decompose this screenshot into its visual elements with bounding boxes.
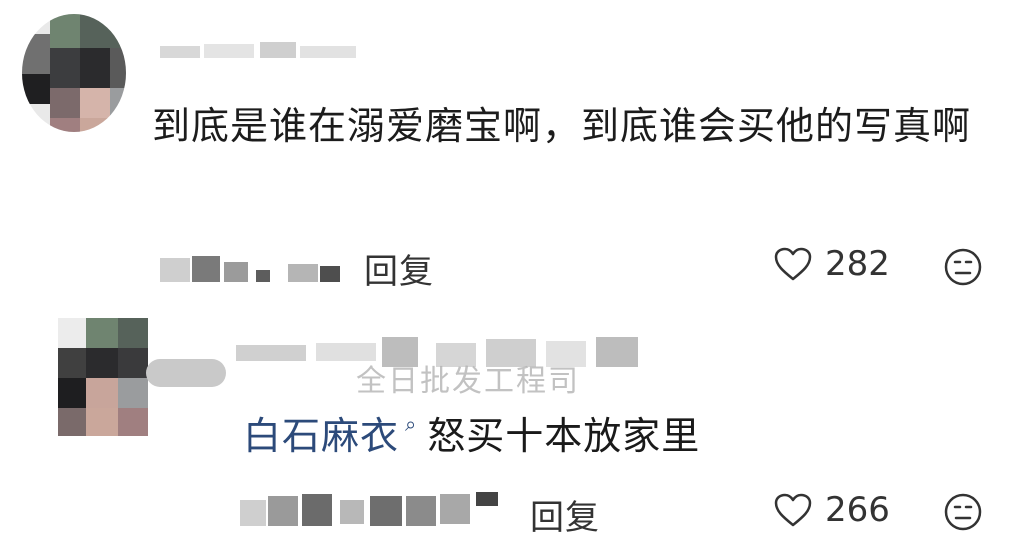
like-count: 282 xyxy=(825,244,890,284)
avatar[interactable] xyxy=(22,14,126,132)
avatar[interactable] xyxy=(58,318,148,436)
mention-link[interactable]: 白石麻衣 xyxy=(243,405,399,460)
dislike-icon[interactable] xyxy=(943,247,983,287)
timestamp-blurred xyxy=(160,252,340,286)
like-button[interactable]: 282 xyxy=(773,244,890,284)
comment-text: 到底是谁在溺爱磨宝啊，到底谁会买他的写真啊 xyxy=(152,104,972,148)
username-blurred[interactable] xyxy=(160,42,360,64)
heart-icon xyxy=(774,247,812,281)
comment-text: 怒买十本放家里 xyxy=(427,414,701,458)
reply-button[interactable]: 回复 xyxy=(364,244,434,293)
reply-button[interactable]: 回复 xyxy=(530,490,600,539)
search-icon[interactable]: ⌕ xyxy=(405,412,417,436)
like-count: 266 xyxy=(825,490,890,530)
dislike-icon[interactable] xyxy=(943,492,983,532)
heart-icon xyxy=(774,493,812,527)
timestamp-blurred xyxy=(240,490,500,530)
like-button[interactable]: 266 xyxy=(773,490,890,530)
reply-text-row: 白石麻衣 ⌕ 怒买十本放家里 xyxy=(243,405,700,460)
reply-to-snippet: 全日批发工程司 xyxy=(356,364,580,399)
